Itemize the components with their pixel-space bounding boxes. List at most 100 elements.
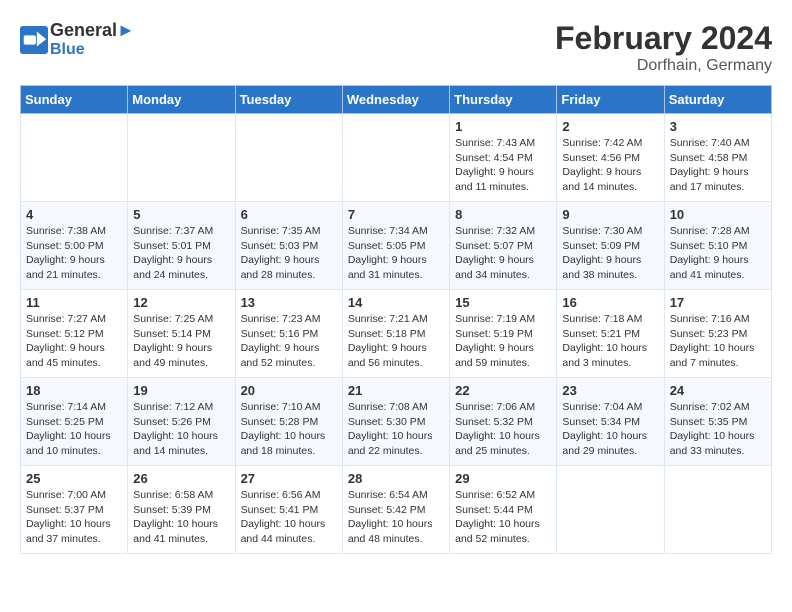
week-row-3: 18 Sunrise: 7:14 AM Sunset: 5:25 PM Dayli… <box>21 378 772 466</box>
day-header-thursday: Thursday <box>450 86 557 114</box>
day-info: Sunrise: 7:32 AM Sunset: 5:07 PM Dayligh… <box>455 224 551 283</box>
week-row-4: 25 Sunrise: 7:00 AM Sunset: 5:37 PM Dayli… <box>21 466 772 554</box>
location: Dorfhain, Germany <box>555 57 772 75</box>
calendar-table: SundayMondayTuesdayWednesdayThursdayFrid… <box>20 85 772 554</box>
logo-text: General► Blue <box>50 20 135 59</box>
day-info: Sunrise: 7:00 AM Sunset: 5:37 PM Dayligh… <box>26 488 122 547</box>
calendar-cell <box>235 114 342 202</box>
day-info: Sunrise: 7:04 AM Sunset: 5:34 PM Dayligh… <box>562 400 658 459</box>
calendar-cell: 11Sunrise: 7:27 AM Sunset: 5:12 PM Dayli… <box>21 290 128 378</box>
day-info: Sunrise: 7:18 AM Sunset: 5:21 PM Dayligh… <box>562 312 658 371</box>
calendar-cell <box>557 466 664 554</box>
day-number: 26 <box>133 471 229 486</box>
day-number: 9 <box>562 207 658 222</box>
calendar-cell <box>342 114 449 202</box>
day-info: Sunrise: 7:25 AM Sunset: 5:14 PM Dayligh… <box>133 312 229 371</box>
day-number: 17 <box>670 295 766 310</box>
day-number: 22 <box>455 383 551 398</box>
calendar-body: 1Sunrise: 7:43 AM Sunset: 4:54 PM Daylig… <box>21 114 772 554</box>
day-number: 15 <box>455 295 551 310</box>
day-number: 29 <box>455 471 551 486</box>
day-info: Sunrise: 7:42 AM Sunset: 4:56 PM Dayligh… <box>562 136 658 195</box>
week-row-0: 1Sunrise: 7:43 AM Sunset: 4:54 PM Daylig… <box>21 114 772 202</box>
day-info: Sunrise: 7:21 AM Sunset: 5:18 PM Dayligh… <box>348 312 444 371</box>
day-info: Sunrise: 7:27 AM Sunset: 5:12 PM Dayligh… <box>26 312 122 371</box>
logo-icon <box>20 26 48 54</box>
day-info: Sunrise: 7:23 AM Sunset: 5:16 PM Dayligh… <box>241 312 337 371</box>
day-info: Sunrise: 7:37 AM Sunset: 5:01 PM Dayligh… <box>133 224 229 283</box>
day-info: Sunrise: 7:35 AM Sunset: 5:03 PM Dayligh… <box>241 224 337 283</box>
calendar-cell: 20 Sunrise: 7:10 AM Sunset: 5:28 PM Dayli… <box>235 378 342 466</box>
calendar-cell: 7 Sunrise: 7:34 AM Sunset: 5:05 PM Daylig… <box>342 202 449 290</box>
calendar-cell: 22Sunrise: 7:06 AM Sunset: 5:32 PM Dayli… <box>450 378 557 466</box>
day-header-sunday: Sunday <box>21 86 128 114</box>
day-info: Sunrise: 7:08 AM Sunset: 5:30 PM Dayligh… <box>348 400 444 459</box>
day-number: 25 <box>26 471 122 486</box>
day-header-monday: Monday <box>128 86 235 114</box>
calendar-cell <box>21 114 128 202</box>
week-row-1: 4 Sunrise: 7:38 AM Sunset: 5:00 PM Daylig… <box>21 202 772 290</box>
day-number: 21 <box>348 383 444 398</box>
day-number: 3 <box>670 119 766 134</box>
calendar-cell: 23Sunrise: 7:04 AM Sunset: 5:34 PM Dayli… <box>557 378 664 466</box>
calendar-cell: 14 Sunrise: 7:21 AM Sunset: 5:18 PM Dayli… <box>342 290 449 378</box>
logo: General► Blue <box>20 20 135 59</box>
calendar-cell: 5 Sunrise: 7:37 AM Sunset: 5:01 PM Daylig… <box>128 202 235 290</box>
day-header-wednesday: Wednesday <box>342 86 449 114</box>
calendar-cell: 17Sunrise: 7:16 AM Sunset: 5:23 PM Dayli… <box>664 290 771 378</box>
week-row-2: 11Sunrise: 7:27 AM Sunset: 5:12 PM Dayli… <box>21 290 772 378</box>
header: General► Blue February 2024 Dorfhain, Ge… <box>20 20 772 75</box>
day-number: 7 <box>348 207 444 222</box>
day-info: Sunrise: 6:52 AM Sunset: 5:44 PM Dayligh… <box>455 488 551 547</box>
month-title: February 2024 <box>555 20 772 57</box>
calendar-header-row: SundayMondayTuesdayWednesdayThursdayFrid… <box>21 86 772 114</box>
day-info: Sunrise: 7:30 AM Sunset: 5:09 PM Dayligh… <box>562 224 658 283</box>
day-info: Sunrise: 7:10 AM Sunset: 5:28 PM Dayligh… <box>241 400 337 459</box>
calendar-cell: 26 Sunrise: 6:58 AM Sunset: 5:39 PM Dayli… <box>128 466 235 554</box>
day-number: 18 <box>26 383 122 398</box>
day-header-friday: Friday <box>557 86 664 114</box>
calendar-cell: 9 Sunrise: 7:30 AM Sunset: 5:09 PM Daylig… <box>557 202 664 290</box>
day-info: Sunrise: 6:56 AM Sunset: 5:41 PM Dayligh… <box>241 488 337 547</box>
calendar-cell: 19 Sunrise: 7:12 AM Sunset: 5:26 PM Dayli… <box>128 378 235 466</box>
calendar-cell: 6 Sunrise: 7:35 AM Sunset: 5:03 PM Daylig… <box>235 202 342 290</box>
calendar-cell: 3 Sunrise: 7:40 AM Sunset: 4:58 PM Daylig… <box>664 114 771 202</box>
day-number: 27 <box>241 471 337 486</box>
calendar-cell: 4 Sunrise: 7:38 AM Sunset: 5:00 PM Daylig… <box>21 202 128 290</box>
day-number: 28 <box>348 471 444 486</box>
day-number: 24 <box>670 383 766 398</box>
day-info: Sunrise: 7:34 AM Sunset: 5:05 PM Dayligh… <box>348 224 444 283</box>
day-header-saturday: Saturday <box>664 86 771 114</box>
title-area: February 2024 Dorfhain, Germany <box>555 20 772 75</box>
day-info: Sunrise: 7:02 AM Sunset: 5:35 PM Dayligh… <box>670 400 766 459</box>
day-header-tuesday: Tuesday <box>235 86 342 114</box>
day-info: Sunrise: 7:38 AM Sunset: 5:00 PM Dayligh… <box>26 224 122 283</box>
calendar-cell: 25 Sunrise: 7:00 AM Sunset: 5:37 PM Dayli… <box>21 466 128 554</box>
day-info: Sunrise: 7:19 AM Sunset: 5:19 PM Dayligh… <box>455 312 551 371</box>
day-info: Sunrise: 6:58 AM Sunset: 5:39 PM Dayligh… <box>133 488 229 547</box>
calendar-cell: 28Sunrise: 6:54 AM Sunset: 5:42 PM Dayli… <box>342 466 449 554</box>
day-number: 12 <box>133 295 229 310</box>
day-info: Sunrise: 7:14 AM Sunset: 5:25 PM Dayligh… <box>26 400 122 459</box>
day-info: Sunrise: 7:12 AM Sunset: 5:26 PM Dayligh… <box>133 400 229 459</box>
calendar-cell: 29 Sunrise: 6:52 AM Sunset: 5:44 PM Dayli… <box>450 466 557 554</box>
day-number: 2 <box>562 119 658 134</box>
calendar-cell: 18 Sunrise: 7:14 AM Sunset: 5:25 PM Dayli… <box>21 378 128 466</box>
day-number: 5 <box>133 207 229 222</box>
day-number: 10 <box>670 207 766 222</box>
day-info: Sunrise: 7:43 AM Sunset: 4:54 PM Dayligh… <box>455 136 551 195</box>
day-number: 19 <box>133 383 229 398</box>
day-info: Sunrise: 7:40 AM Sunset: 4:58 PM Dayligh… <box>670 136 766 195</box>
day-number: 8 <box>455 207 551 222</box>
day-number: 14 <box>348 295 444 310</box>
day-number: 16 <box>562 295 658 310</box>
day-number: 4 <box>26 207 122 222</box>
day-number: 13 <box>241 295 337 310</box>
day-number: 6 <box>241 207 337 222</box>
calendar-cell: 13 Sunrise: 7:23 AM Sunset: 5:16 PM Dayli… <box>235 290 342 378</box>
calendar-cell: 16 Sunrise: 7:18 AM Sunset: 5:21 PM Dayli… <box>557 290 664 378</box>
calendar-cell: 2 Sunrise: 7:42 AM Sunset: 4:56 PM Daylig… <box>557 114 664 202</box>
day-number: 20 <box>241 383 337 398</box>
day-info: Sunrise: 7:28 AM Sunset: 5:10 PM Dayligh… <box>670 224 766 283</box>
calendar-cell: 15 Sunrise: 7:19 AM Sunset: 5:19 PM Dayli… <box>450 290 557 378</box>
